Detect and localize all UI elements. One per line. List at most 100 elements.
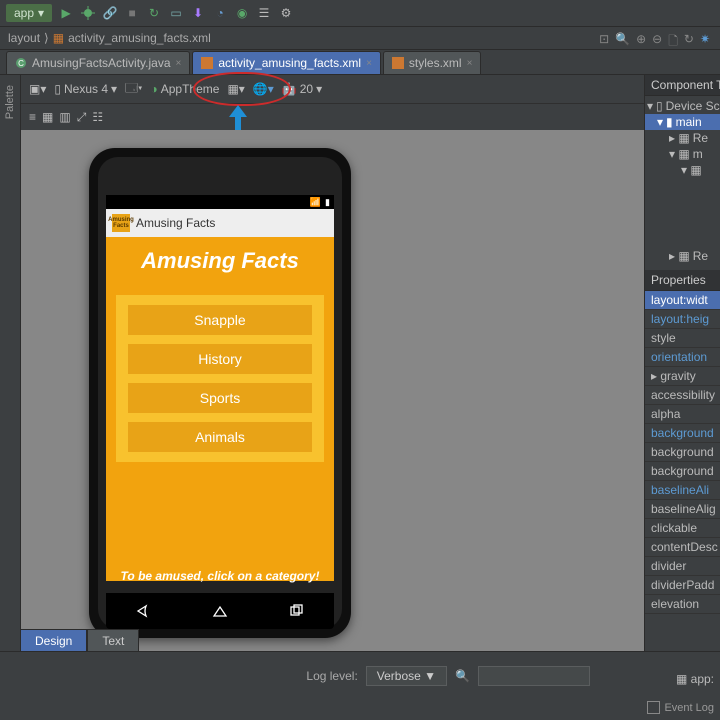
orientation-icon[interactable]: 🗔▾ — [125, 79, 142, 100]
gear-icon[interactable]: ✷ — [700, 32, 710, 53]
collapse-icon: ▾ — [657, 115, 663, 129]
main-toolbar: app ▾ ▶ 🔗 ■ ↻ ▭ ⬇ ◔ ◉ ☰ ⚙ — [0, 0, 720, 27]
property-row[interactable]: clickable — [645, 519, 720, 538]
java-file-icon: C — [15, 57, 27, 69]
app-badge[interactable]: ▦ app: — [676, 672, 714, 686]
toggle-icon[interactable]: ▣▾ — [29, 82, 46, 96]
monitor-icon[interactable]: ◔ — [212, 5, 228, 21]
locale-icon[interactable]: 🌐▾ — [253, 82, 274, 96]
tree-item[interactable]: ▾ ▦m — [645, 146, 720, 162]
collapse-icon: ▾ — [647, 99, 653, 113]
property-row[interactable]: layout:heig — [645, 310, 720, 329]
close-icon[interactable]: × — [176, 58, 182, 69]
config-icon[interactable]: ▦▾ — [227, 82, 244, 96]
theme-icon: ◑ — [151, 82, 158, 96]
action-bar: Amusing Facts Amusing Facts — [106, 209, 334, 237]
property-row[interactable]: style — [645, 329, 720, 348]
tree-item[interactable]: ▾ ▦ — [645, 162, 720, 178]
breadcrumb-item[interactable]: activity_amusing_facts.xml — [68, 31, 211, 45]
tab-text[interactable]: Text — [87, 629, 139, 652]
zoom-in-icon[interactable]: ⊕ — [636, 32, 646, 53]
module-selector[interactable]: app ▾ — [6, 4, 52, 22]
category-button[interactable]: Sports — [128, 383, 312, 413]
debug-icon[interactable] — [80, 5, 96, 21]
property-row[interactable]: layout:widt — [645, 291, 720, 310]
property-row[interactable]: dividerPadd — [645, 576, 720, 595]
zoom-out-icon[interactable]: ⊖ — [652, 32, 662, 53]
theme-selector[interactable]: ◑ AppTheme — [151, 82, 220, 96]
event-log[interactable]: Event Log — [647, 701, 714, 714]
tree-main[interactable]: ▾▮main — [645, 114, 720, 130]
log-level-select[interactable]: Verbose ▼ — [366, 666, 447, 686]
property-row[interactable]: background — [645, 443, 720, 462]
stop-icon[interactable]: ■ — [124, 5, 140, 21]
home-icon[interactable] — [210, 604, 230, 618]
design-mode-tabs: DesignText — [20, 629, 139, 652]
api-label: 20 — [300, 82, 313, 96]
module-label: app — [14, 6, 34, 20]
tree-item[interactable]: ▸ ▦Re — [645, 248, 720, 264]
attach-icon[interactable]: 🔗 — [102, 5, 118, 21]
log-search-input[interactable] — [478, 666, 590, 686]
log-level-control: Log level: Verbose ▼ 🔍 — [306, 666, 590, 686]
reset-icon[interactable]: ↻ — [684, 32, 694, 53]
xml-file-icon — [392, 57, 404, 69]
preview-canvas[interactable]: 📶▮ Amusing Facts Amusing Facts Amusing F… — [21, 130, 644, 653]
tree-device[interactable]: ▾▯Device Sc — [645, 98, 720, 114]
category-button[interactable]: Animals — [128, 422, 312, 452]
distribute-icon[interactable]: ☷ — [92, 110, 103, 124]
properties-list[interactable]: layout:widtlayout:heigstyleorientation▸ … — [645, 291, 720, 653]
property-row[interactable]: accessibility — [645, 386, 720, 405]
property-row[interactable]: divider — [645, 557, 720, 576]
tab-layout-xml[interactable]: activity_amusing_facts.xml × — [192, 51, 381, 74]
palette-label: Palette — [4, 85, 16, 119]
zoom-fit-icon[interactable]: ⊡ — [599, 32, 609, 53]
signal-icon: 📶 — [310, 197, 321, 208]
align-icon[interactable]: ≡ — [29, 110, 36, 124]
tab-design[interactable]: Design — [20, 629, 87, 652]
log-level-label: Log level: — [306, 669, 357, 683]
category-button[interactable]: History — [128, 344, 312, 374]
device-selector[interactable]: ▯ Nexus 4▾ — [54, 82, 117, 96]
property-row[interactable]: orientation — [645, 348, 720, 367]
work-area: Palette ▣▾ ▯ Nexus 4▾ 🗔▾ ◑ AppTheme ▦▾ 🌐… — [0, 75, 720, 653]
device-frame: 📶▮ Amusing Facts Amusing Facts Amusing F… — [89, 148, 351, 638]
property-row[interactable]: baselineAlig — [645, 500, 720, 519]
design-toolbar-row2: ≡ ▦ ▥ ⤢ ☷ ⊡ 🔍 ⊕ ⊖ 🗋 ↻ ✷ — [21, 104, 644, 130]
avd-icon[interactable]: ▭ — [168, 5, 184, 21]
expand-icon[interactable]: ⤢ — [77, 110, 87, 125]
tab-java[interactable]: C AmusingFactsActivity.java × — [6, 51, 190, 74]
back-icon[interactable] — [134, 604, 154, 618]
android-icon[interactable]: ◉ — [234, 5, 250, 21]
layout-icon[interactable]: ▥ — [59, 110, 70, 124]
grid-icon[interactable]: ▦ — [42, 110, 53, 124]
property-row[interactable]: elevation — [645, 595, 720, 614]
property-row[interactable]: background — [645, 424, 720, 443]
tab-label: styles.xml — [409, 56, 462, 70]
property-row[interactable]: baselineAli — [645, 481, 720, 500]
refresh-icon[interactable]: 🗋 — [668, 32, 678, 53]
category-button[interactable]: Snapple — [128, 305, 312, 335]
structure-icon[interactable]: ☰ — [256, 5, 272, 21]
tab-styles-xml[interactable]: styles.xml × — [383, 51, 482, 74]
property-row[interactable]: contentDesc — [645, 538, 720, 557]
property-row[interactable]: alpha — [645, 405, 720, 424]
close-icon[interactable]: × — [467, 58, 473, 69]
api-selector[interactable]: 🤖 20▾ — [282, 82, 322, 96]
sdk-icon[interactable]: ⬇ — [190, 5, 206, 21]
property-row[interactable]: background — [645, 462, 720, 481]
recents-icon[interactable] — [286, 604, 306, 618]
component-tree-title: Component Tree — [645, 75, 720, 96]
settings-icon[interactable]: ⚙ — [278, 5, 294, 21]
chevron-down-icon: ▾ — [38, 6, 44, 20]
breadcrumb-item[interactable]: layout — [8, 31, 40, 45]
tree-item[interactable]: ▸ ▦Re — [645, 130, 720, 146]
bottom-bar: Log level: Verbose ▼ 🔍 ▦ app: Event Log — [0, 651, 720, 720]
zoom-actual-icon[interactable]: 🔍 — [615, 32, 630, 53]
properties-title: Properties — [645, 270, 720, 291]
run-icon[interactable]: ▶ — [58, 5, 74, 21]
close-icon[interactable]: × — [366, 58, 372, 69]
property-row[interactable]: ▸ gravity — [645, 367, 720, 386]
sync-icon[interactable]: ↻ — [146, 5, 162, 21]
palette-tab[interactable]: Palette — [0, 75, 21, 653]
